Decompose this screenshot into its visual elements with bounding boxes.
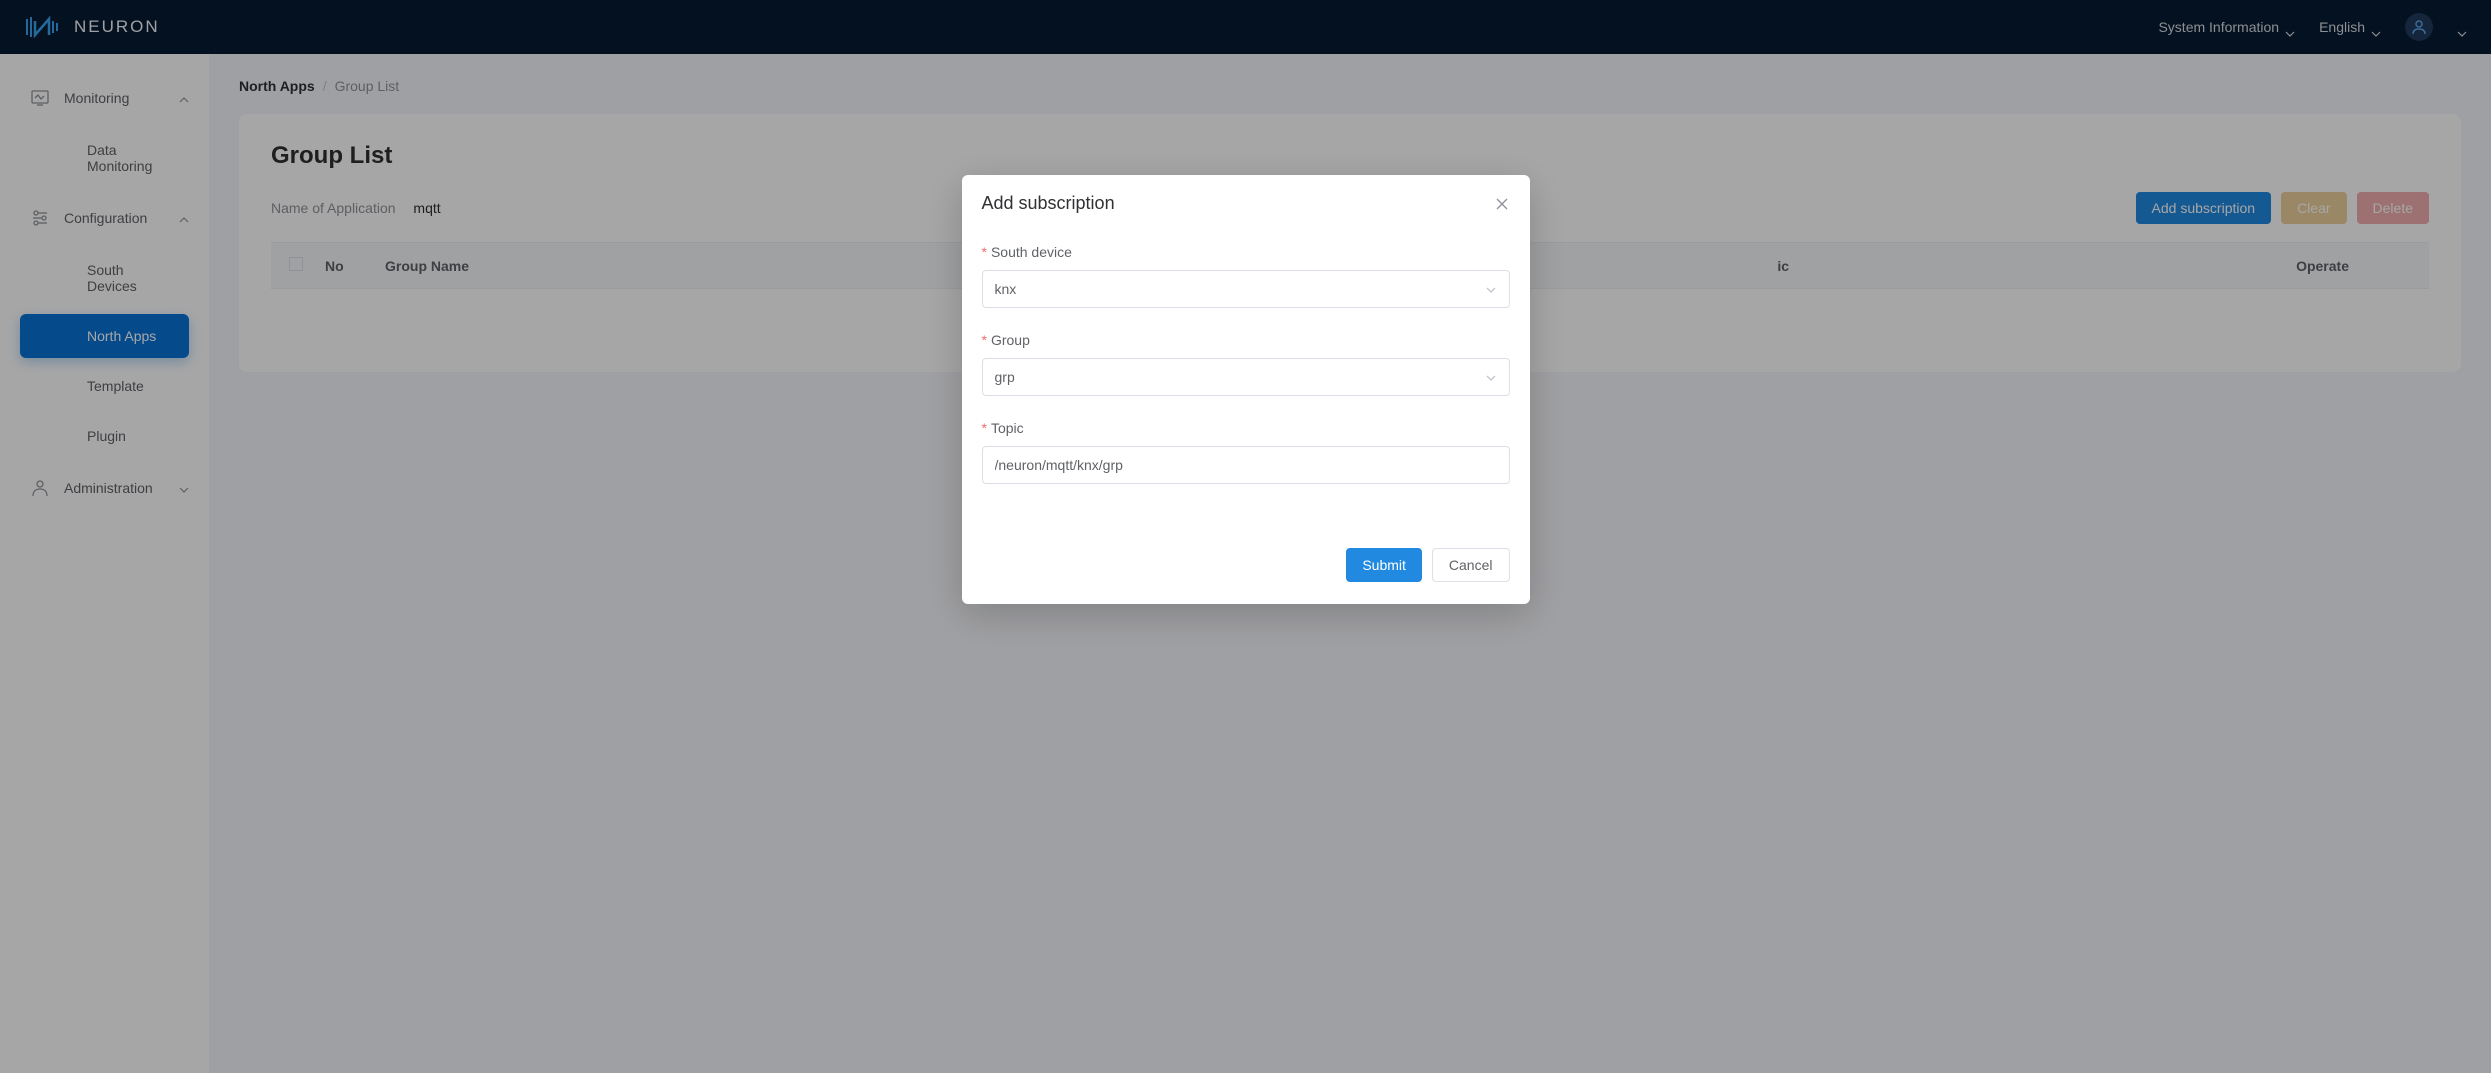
group-value: grp bbox=[995, 369, 1015, 385]
modal-overlay: Add subscription * South device knx bbox=[0, 0, 2491, 1073]
required-star: * bbox=[982, 244, 987, 260]
group-select[interactable]: grp bbox=[982, 358, 1510, 396]
modal-header: Add subscription bbox=[962, 175, 1530, 224]
form-label-topic: * Topic bbox=[982, 420, 1510, 436]
chevron-down-icon bbox=[1485, 371, 1497, 383]
modal-title: Add subscription bbox=[982, 193, 1115, 214]
modal-close-button[interactable] bbox=[1494, 196, 1510, 212]
topic-input[interactable] bbox=[995, 457, 1497, 473]
chevron-down-icon bbox=[1485, 283, 1497, 295]
close-icon bbox=[1495, 197, 1509, 211]
form-label-group: * Group bbox=[982, 332, 1510, 348]
south-device-value: knx bbox=[995, 281, 1017, 297]
group-label: Group bbox=[991, 332, 1030, 348]
modal-footer: Submit Cancel bbox=[962, 538, 1530, 604]
required-star: * bbox=[982, 420, 987, 436]
topic-input-wrap bbox=[982, 446, 1510, 484]
south-device-label: South device bbox=[991, 244, 1072, 260]
cancel-button[interactable]: Cancel bbox=[1432, 548, 1510, 582]
form-label-south-device: * South device bbox=[982, 244, 1510, 260]
topic-label: Topic bbox=[991, 420, 1024, 436]
south-device-select[interactable]: knx bbox=[982, 270, 1510, 308]
form-item-topic: * Topic bbox=[982, 420, 1510, 484]
required-star: * bbox=[982, 332, 987, 348]
form-item-south-device: * South device knx bbox=[982, 244, 1510, 308]
form-item-group: * Group grp bbox=[982, 332, 1510, 396]
modal-body: * South device knx * Group grp bbox=[962, 224, 1530, 538]
add-subscription-modal: Add subscription * South device knx bbox=[962, 175, 1530, 604]
submit-button[interactable]: Submit bbox=[1346, 548, 1422, 582]
